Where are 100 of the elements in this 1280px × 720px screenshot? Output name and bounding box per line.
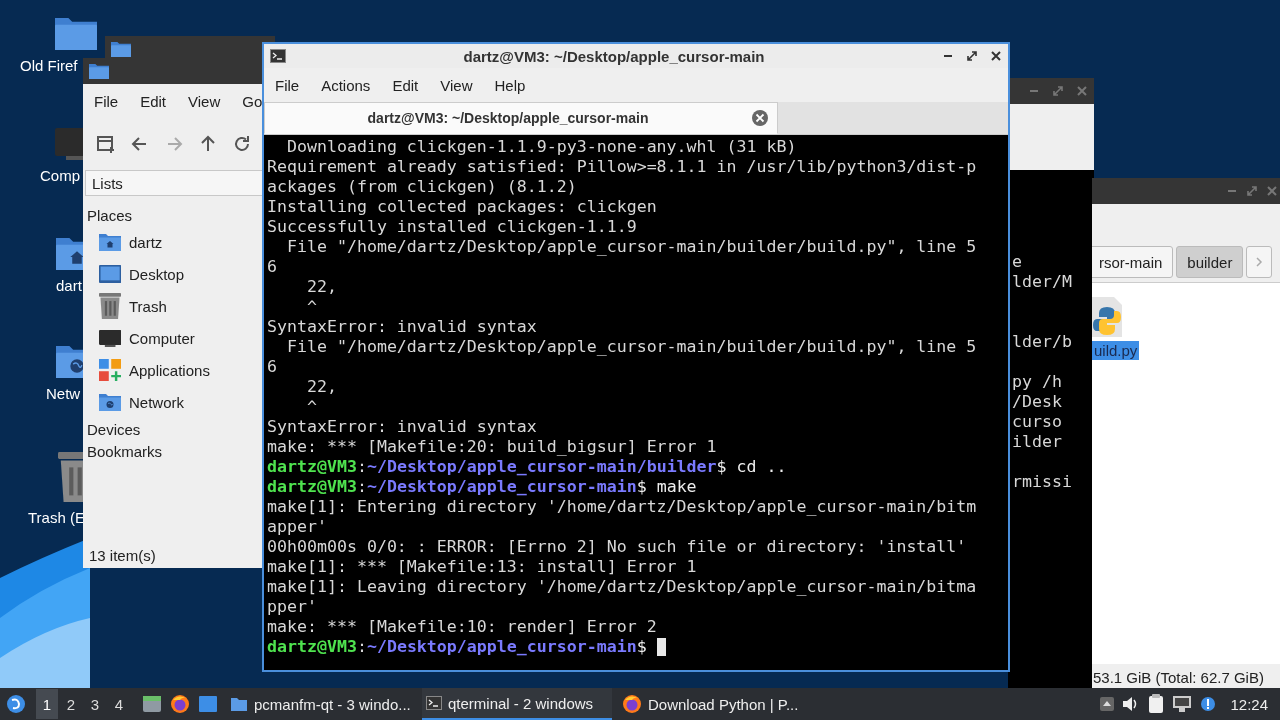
menu-item[interactable]: Actions — [310, 76, 382, 94]
desktop-folder-icon — [55, 18, 97, 50]
terminal-line: 00h00m00s 0/0: : ERROR: [Errno 2] No such file or directory: 'install' — [267, 537, 967, 557]
place-item[interactable]: dartz — [129, 233, 163, 251]
desktop-icon-label[interactable]: Netw — [46, 385, 81, 402]
clipboard-icon[interactable] — [1148, 694, 1165, 714]
desktop-network-icon — [56, 346, 83, 378]
desktop-icon-label[interactable]: dart — [56, 277, 82, 294]
desktop-icon-label[interactable]: Comp — [40, 167, 80, 184]
terminal-line: apper' — [267, 517, 327, 537]
desktop-home-icon — [56, 238, 83, 270]
workspace-button[interactable]: 4 — [108, 689, 130, 719]
terminal-line: File "/home/dartz/Desktop/apple_cursor-main/builder/build.py", line 5 — [285, 337, 977, 357]
terminal-line: ^ — [305, 397, 317, 417]
menu-item[interactable]: Go — [231, 92, 265, 110]
computer-icon — [99, 329, 121, 347]
path-button[interactable]: builder — [1176, 246, 1244, 278]
terminal-line: rmissi — [1012, 472, 1072, 492]
applications-icon — [99, 359, 121, 381]
status-text: 53.1 GiB (Total: 62.7 GiB) — [1092, 667, 1265, 688]
close-tab-icon[interactable] — [751, 109, 769, 127]
side-pane-dropdown[interactable]: Lists — [85, 170, 263, 196]
clock[interactable]: 12:24 — [1230, 695, 1268, 713]
folder-icon — [111, 41, 131, 57]
menu-item[interactable]: Help — [483, 76, 537, 94]
menu-item[interactable]: File — [264, 76, 311, 94]
place-item[interactable]: Network — [129, 393, 184, 411]
workspace-button[interactable]: 3 — [84, 689, 106, 719]
trash-icon — [99, 293, 121, 319]
terminal-line: 6 — [267, 257, 277, 277]
window-title: dartz@VM3: ~/Desktop/apple_cursor-main — [462, 47, 766, 65]
terminal-line: e — [1012, 252, 1022, 272]
folder-icon — [89, 63, 109, 79]
terminal-line: lder/M — [1012, 272, 1072, 292]
network-icon — [99, 393, 121, 411]
file-manager-icon[interactable] — [142, 695, 162, 713]
section-header[interactable]: Devices — [87, 418, 261, 440]
taskbar-task[interactable]: qterminal - 2 windows — [422, 688, 612, 720]
terminal-line: make[1]: Leaving directory '/home/dartz/Desktop/apple_cursor-main/bitma — [267, 577, 977, 597]
terminal-line: SyntaxError: invalid syntax — [267, 317, 537, 337]
menu-item[interactable]: Edit — [381, 76, 430, 94]
status-text: 13 item(s) — [88, 545, 157, 566]
terminal-line: make[1]: *** [Makefile:13: install] Error 1 — [267, 557, 697, 577]
desktop-computer-icon — [55, 128, 83, 160]
network-icon[interactable] — [1172, 695, 1193, 713]
terminal-line: 22, — [305, 377, 337, 397]
terminal-prompt-line: dartz@VM3:~/Desktop/apple_cursor-main$ — [267, 637, 648, 657]
workspace-button[interactable]: 1 — [36, 689, 58, 719]
terminal-icon — [270, 49, 286, 63]
menu-item[interactable]: View — [429, 76, 484, 94]
terminal-line: 22, — [305, 277, 337, 297]
terminal-line: ^ — [305, 297, 317, 317]
terminal-line: Installing collected packages: clickgen — [267, 197, 657, 217]
terminal-line: Downloading clickgen-1.1.9-py3-none-any.whl (31 kB) — [285, 137, 797, 157]
file-name[interactable]: uild.py — [1092, 341, 1140, 360]
terminal-line: make: *** [Makefile:10: render] Error 2 — [267, 617, 657, 637]
menu-item[interactable]: View — [177, 92, 232, 110]
start-menu-icon[interactable] — [6, 694, 26, 714]
terminal-line: Successfully installed clickgen-1.1.9 — [267, 217, 637, 237]
close-icon[interactable] — [990, 50, 1002, 62]
menu-item[interactable]: File — [83, 92, 130, 110]
terminal-icon — [426, 696, 442, 710]
path-button[interactable]: rsor-main — [1092, 246, 1174, 278]
menu-item[interactable]: Edit — [129, 92, 178, 110]
maximize-icon[interactable] — [966, 50, 978, 62]
new-tab-icon[interactable] — [95, 133, 117, 155]
taskbar-task[interactable]: Download Python | P... — [618, 688, 808, 720]
taskbar-task[interactable]: pcmanfm-qt - 3 windo... — [226, 688, 416, 720]
terminal-line: lder/b — [1012, 332, 1072, 352]
terminal-line: ackages (from clickgen) (8.1.2) — [267, 177, 577, 197]
place-item[interactable]: Trash — [129, 297, 167, 315]
workspace-button[interactable]: 2 — [60, 689, 82, 719]
terminal-line: make[1]: Entering directory '/home/dartz/Desktop/apple_cursor-main/bitm — [267, 497, 977, 517]
firefox-icon[interactable] — [170, 694, 190, 714]
place-item[interactable]: Desktop — [129, 265, 185, 283]
notification-icon[interactable] — [1200, 696, 1217, 712]
python-file-icon[interactable] — [1092, 297, 1122, 337]
section-header: Places — [87, 205, 134, 226]
folder-icon — [230, 696, 248, 712]
terminal-prompt-line: dartz@VM3:~/Desktop/apple_cursor-main$ make — [267, 477, 697, 497]
desktop-icon — [99, 265, 121, 283]
terminal-line: File "/home/dartz/Desktop/apple_cursor-main/builder/build.py", line 5 — [285, 237, 977, 257]
section-header[interactable]: Bookmarks — [87, 440, 261, 462]
place-item[interactable]: Applications — [129, 361, 210, 379]
terminal-line: pper' — [267, 597, 317, 617]
place-item[interactable]: Computer — [129, 329, 195, 347]
terminal-line: ilder — [1012, 432, 1062, 452]
terminal-line: /Desk — [1012, 392, 1062, 412]
terminal-prompt-line: dartz@VM3:~/Desktop/apple_cursor-main/builder$ cd .. — [267, 457, 787, 477]
terminal-line: Requirement already satisfied: Pillow>=8.1.1 in /usr/lib/python3/dist-p — [267, 157, 977, 177]
terminal-line: SyntaxError: invalid syntax — [267, 417, 537, 437]
terminal-tab[interactable]: dartz@VM3: ~/Desktop/apple_cursor-main — [264, 102, 778, 134]
terminal-line: 6 — [267, 357, 277, 377]
home-icon — [99, 233, 121, 251]
firefox-icon — [622, 694, 642, 714]
desktop-icon-label[interactable]: Old Firef — [20, 57, 78, 74]
terminal-line: make: *** [Makefile:20: build_bigsur] Error 1 — [267, 437, 717, 457]
terminal-line: curso — [1012, 412, 1062, 432]
terminal-line: py /h — [1012, 372, 1062, 392]
show-desktop-icon[interactable] — [198, 695, 218, 713]
